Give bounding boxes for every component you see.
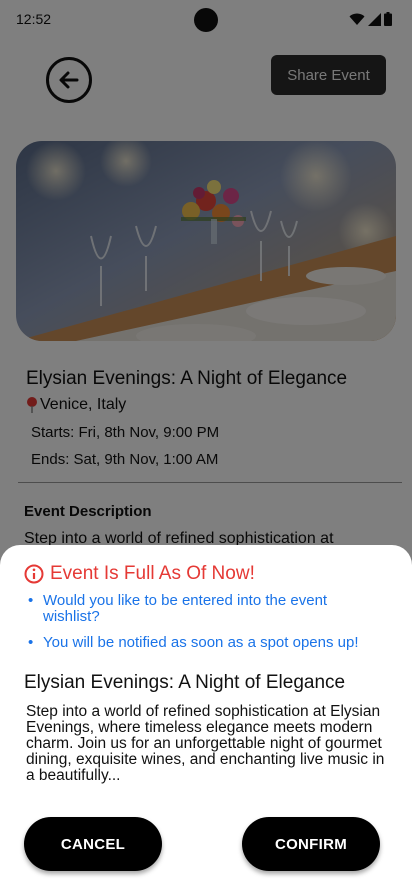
- list-item: You will be notified as soon as a spot o…: [26, 635, 386, 652]
- sheet-event-title: Elysian Evenings: A Night of Elegance: [24, 672, 346, 693]
- list-item: Would you like to be entered into the ev…: [26, 593, 386, 625]
- info-circle-icon: [24, 564, 44, 584]
- event-details-screen: 12:52 Share Event: [0, 0, 412, 892]
- confirm-button[interactable]: CONFIRM: [242, 817, 380, 871]
- wishlist-info-list: Would you like to be entered into the ev…: [26, 593, 386, 661]
- event-full-text: Event Is Full As Of Now!: [50, 563, 255, 584]
- event-full-bottom-sheet: Event Is Full As Of Now! Would you like …: [0, 545, 412, 892]
- event-full-notice: Event Is Full As Of Now!: [24, 563, 255, 585]
- sheet-event-description: Step into a world of refined sophisticat…: [26, 703, 385, 784]
- cancel-button[interactable]: CANCEL: [24, 817, 162, 871]
